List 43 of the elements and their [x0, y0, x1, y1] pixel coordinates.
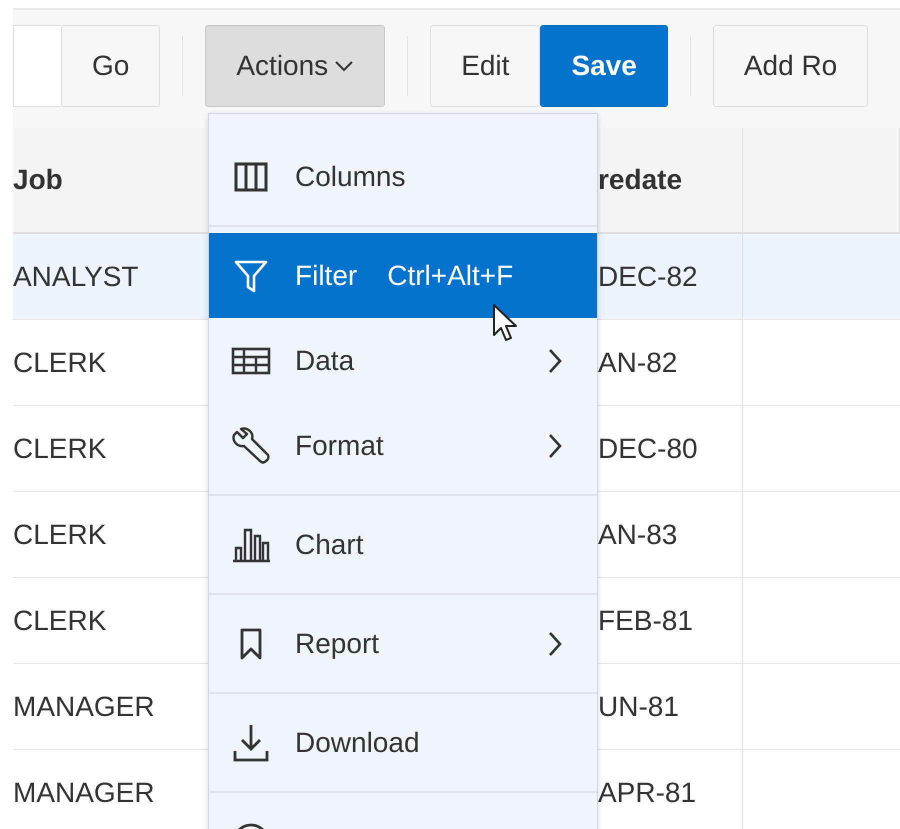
menu-item-label: Columns — [295, 160, 406, 192]
menu-item-label: Data — [295, 344, 354, 376]
menu-item-label: Filter — [295, 260, 358, 292]
menu-item[interactable]: Columns — [209, 134, 597, 219]
table-cell: MANAGER — [13, 776, 155, 808]
table-cell: ANALYST — [13, 260, 139, 292]
column-header[interactable]: redate — [598, 164, 682, 196]
table-cell: DEC-82 — [598, 260, 698, 292]
menu-item-label: Chart — [295, 528, 364, 560]
menu-item[interactable]: Report — [209, 601, 597, 686]
table-cell: APR-81 — [598, 776, 696, 808]
menu-item-label: Report — [295, 628, 380, 660]
menu-item[interactable]: Filter Ctrl+Alt+F — [209, 233, 597, 318]
table-cell: MANAGER — [13, 690, 155, 722]
actions-menu-button[interactable]: Actions — [205, 25, 386, 107]
table-cell: FEB-81 — [598, 604, 693, 636]
menu-item[interactable]: Data — [209, 318, 597, 403]
save-button[interactable]: Save — [540, 25, 668, 107]
menu-item[interactable]: Download — [209, 700, 597, 785]
pointer-cursor-icon — [492, 303, 518, 343]
menu-item-label: Format — [295, 430, 384, 462]
menu-item-label: Download — [295, 726, 420, 758]
caret-icon — [334, 60, 354, 72]
table-cell: AN-82 — [598, 346, 678, 378]
grid-icon — [229, 346, 273, 374]
table-cell: AN-83 — [598, 518, 678, 550]
table-cell: DEC-80 — [598, 432, 698, 464]
keyboard-shortcut: Ctrl+Alt+F — [387, 260, 514, 292]
table-cell: CLERK — [13, 346, 106, 378]
table-cell: CLERK — [13, 604, 106, 636]
search-field[interactable] — [13, 25, 61, 107]
table-cell: UN-81 — [598, 690, 679, 722]
column-header[interactable]: Job — [13, 164, 63, 196]
menu-item[interactable]: Format — [209, 403, 597, 488]
chevron-right-icon — [547, 348, 563, 374]
chevron-right-icon — [547, 630, 563, 656]
chevron-right-icon — [547, 432, 563, 458]
menu-item[interactable]: Chart — [209, 502, 597, 587]
toolbar-button[interactable]: Go — [61, 25, 160, 107]
table-cell: CLERK — [13, 518, 106, 550]
toolbar-button[interactable]: Add Ro — [712, 25, 868, 107]
table-cell: CLERK — [13, 432, 106, 464]
toolbar-button[interactable]: Edit — [430, 25, 540, 107]
